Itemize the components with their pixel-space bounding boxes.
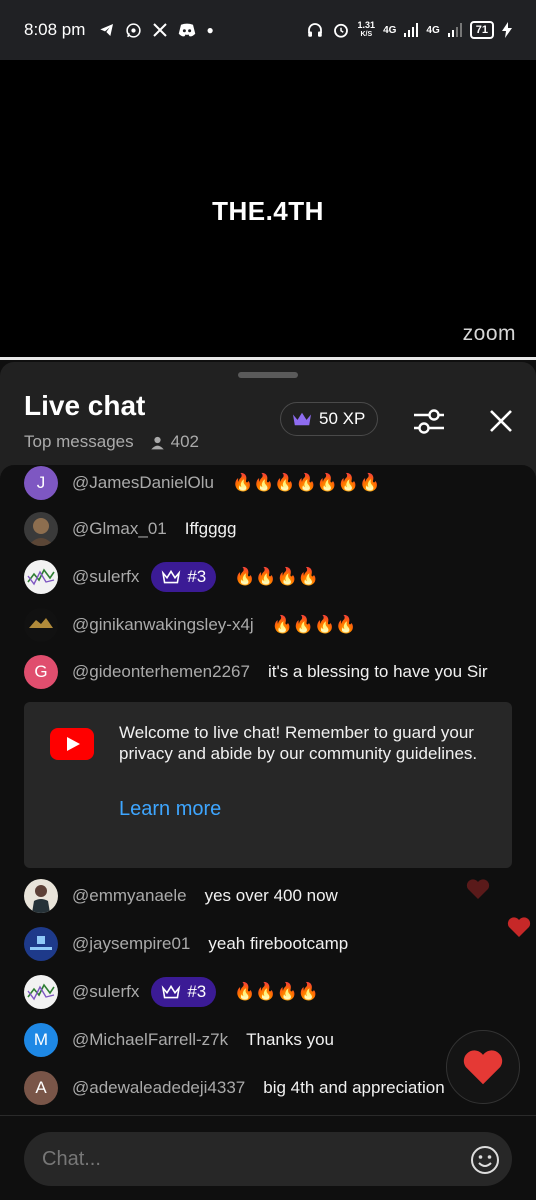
viewer-count: 402 — [150, 432, 199, 452]
message-text: 🔥🔥🔥🔥🔥🔥🔥 — [231, 473, 381, 492]
zoom-watermark: zoom — [462, 322, 516, 345]
filter-settings-icon[interactable] — [412, 406, 446, 436]
chat-input-bar — [0, 1115, 536, 1200]
telegram-icon — [100, 24, 114, 36]
message-text: yes over 400 now — [204, 886, 338, 905]
avatar[interactable]: A — [24, 1071, 58, 1105]
x-icon — [153, 23, 168, 37]
message-text: it's a blessing to have you Sir — [267, 662, 488, 681]
person-icon — [150, 436, 164, 449]
avatar[interactable] — [24, 927, 58, 961]
message-text: 🔥🔥🔥🔥 — [271, 615, 357, 634]
viewer-count-value: 402 — [170, 432, 199, 451]
heart-reaction-button[interactable] — [446, 1030, 520, 1104]
message-author[interactable]: @jaysempire01 — [72, 934, 190, 954]
close-icon[interactable] — [486, 406, 516, 436]
live-chat-panel: Live chat Top messages 402 50 XP J @Jame… — [0, 362, 536, 1200]
chat-message: @jaysempire01 yeah firebootcamp — [24, 926, 536, 962]
avatar[interactable]: J — [24, 466, 58, 500]
net-speed-unit: K/S — [360, 31, 373, 38]
avatar[interactable] — [24, 560, 58, 594]
avatar[interactable] — [24, 512, 58, 546]
crown-icon — [162, 569, 181, 584]
floating-heart-icon — [507, 917, 531, 937]
avatar-image — [32, 885, 50, 913]
chat-message: @sulerfx #3 🔥🔥🔥🔥 — [24, 559, 536, 595]
discord-icon — [179, 23, 196, 37]
status-time: 8:08 pm — [24, 20, 86, 39]
headphones-icon — [307, 23, 322, 37]
message-author[interactable]: @emmyanaele — [72, 886, 187, 906]
signal-icon-2 — [447, 23, 462, 37]
heart-icon — [463, 1050, 503, 1085]
chat-mode-label[interactable]: Top messages — [24, 432, 134, 452]
signal-icon — [404, 23, 419, 37]
message-text: 🔥🔥🔥🔥 — [234, 982, 319, 1001]
message-author[interactable]: @adewaleadedeji4337 — [72, 1078, 245, 1098]
chat-message: G @gideonterhemen2267 it's a blessing to… — [24, 654, 536, 690]
avatar-image — [29, 618, 53, 628]
avatar-image — [27, 983, 55, 1001]
xp-badge[interactable]: 50 XP — [280, 402, 379, 436]
video-title: THE.4TH — [212, 196, 324, 226]
message-author[interactable]: @MichaelFarrell-z7k — [72, 1030, 228, 1050]
chat-message: @ginikanwakingsley-x4j 🔥🔥🔥🔥 — [24, 607, 536, 643]
message-author[interactable]: @Glmax_01 — [72, 519, 167, 539]
video-player[interactable]: THE.4TH zoom — [0, 60, 536, 358]
rank-badge[interactable]: #3 — [151, 977, 217, 1007]
youtube-logo-icon — [50, 728, 94, 760]
avatar[interactable] — [24, 975, 58, 1009]
network-label-1: 4G — [383, 24, 397, 36]
avatar[interactable] — [24, 879, 58, 913]
message-text: big 4th and appreciation — [263, 1078, 445, 1097]
chat-messages[interactable]: J @JamesDanielOlu 🔥🔥🔥🔥🔥🔥🔥 @Glmax_01 Iffg… — [0, 465, 536, 1115]
avatar-image — [27, 568, 55, 586]
video-progress-bar[interactable] — [0, 357, 536, 360]
message-author[interactable]: @JamesDanielOlu — [72, 473, 214, 493]
avatar-image — [28, 518, 54, 546]
avatar[interactable] — [24, 608, 58, 642]
chat-message: @Glmax_01 Iffgggg — [24, 511, 536, 547]
chat-message: J @JamesDanielOlu 🔥🔥🔥🔥🔥🔥🔥 — [24, 465, 536, 501]
rank-value: #3 — [187, 982, 207, 1001]
message-author[interactable]: @sulerfx — [72, 567, 139, 587]
message-text: 🔥🔥🔥🔥 — [234, 567, 319, 586]
message-author[interactable]: @gideonterhemen2267 — [72, 662, 250, 682]
message-text: yeah firebootcamp — [208, 934, 349, 953]
emoji-icon[interactable] — [470, 1145, 500, 1175]
alarm-icon — [333, 23, 348, 38]
chat-subtitle-row: Top messages 402 — [24, 432, 199, 452]
drag-handle[interactable] — [238, 372, 298, 378]
rank-value: #3 — [187, 567, 207, 586]
message-text: Thanks you — [246, 1030, 335, 1049]
avatar[interactable]: M — [24, 1023, 58, 1057]
learn-more-link[interactable]: Learn more — [119, 798, 221, 821]
welcome-text: Welcome to live chat! Remember to guard … — [119, 723, 478, 763]
crown-icon — [293, 412, 311, 426]
battery-indicator: 71 — [469, 21, 494, 39]
chat-input[interactable] — [24, 1132, 512, 1186]
net-speed-value: 1.31 — [357, 20, 376, 30]
network-label-2: 4G — [426, 24, 440, 36]
system-icons: 1.31 K/S 4G 4G 71 — [306, 21, 512, 39]
status-bar: 8:08 pm ● 1.31 K/S 4G 4G 71 — [0, 0, 536, 60]
welcome-message: Welcome to live chat! Remember to guard … — [24, 702, 512, 868]
charging-icon — [502, 22, 512, 38]
avatar[interactable]: G — [24, 655, 58, 689]
chat-message: @sulerfx #3 🔥🔥🔥🔥 — [24, 974, 536, 1010]
chat-message: @emmyanaele yes over 400 now — [24, 878, 536, 914]
net-speed: 1.31 K/S — [358, 21, 376, 39]
whatsapp-icon — [126, 22, 142, 38]
message-author[interactable]: @ginikanwakingsley-x4j — [72, 615, 254, 635]
xp-value: 50 XP — [319, 409, 366, 428]
message-author[interactable]: @sulerfx — [72, 982, 139, 1002]
message-text: Iffgggg — [184, 519, 237, 538]
notification-icons: ● — [99, 22, 214, 39]
floating-heart-icon — [466, 879, 490, 899]
chat-title: Live chat — [24, 390, 146, 421]
more-notifications-dot: ● — [206, 23, 214, 37]
rank-badge[interactable]: #3 — [151, 562, 217, 592]
crown-icon — [162, 984, 181, 999]
avatar-image — [30, 936, 52, 950]
